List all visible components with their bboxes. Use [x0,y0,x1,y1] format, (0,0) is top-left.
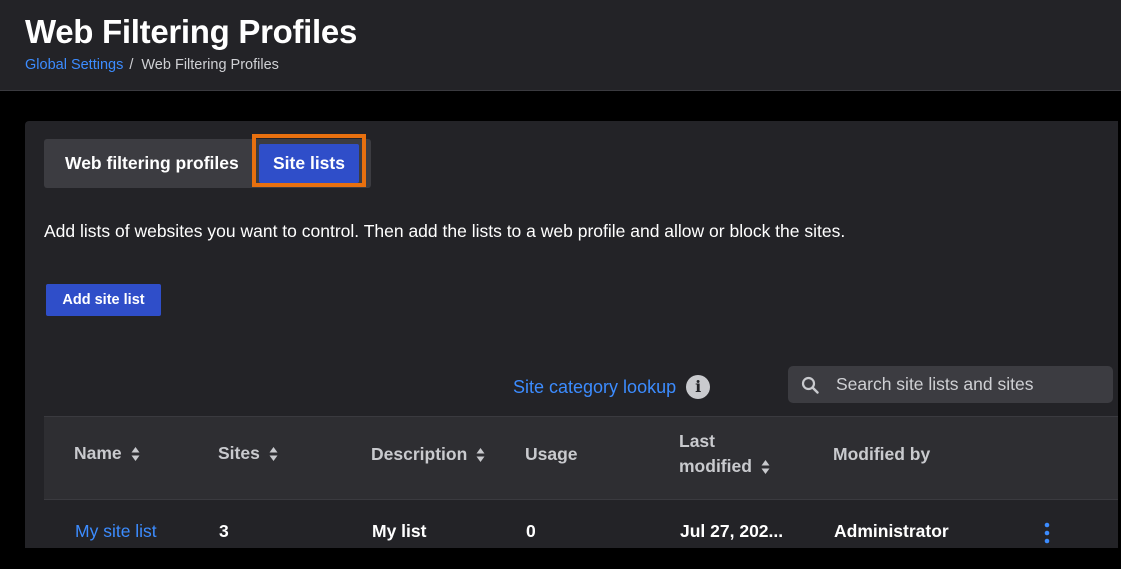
column-header-modified-by-label: Modified by [833,444,931,464]
table-header: Name Sites Description Usage Last modifi… [44,416,1121,500]
table-row: My site list 3 My list 0 Jul 27, 202... … [44,511,1121,551]
info-icon[interactable]: i [686,375,711,399]
site-category-lookup[interactable]: Site category lookup i [513,374,711,400]
breadcrumb-separator: / [129,57,134,73]
column-header-description[interactable]: Description [371,444,485,465]
window-bottom-edge [0,548,1121,569]
column-header-name[interactable]: Name [74,443,140,464]
row-usage: 0 [526,521,536,541]
column-header-modified-by: Modified by [833,444,930,465]
highlight-outline [252,134,366,187]
content-panel: Web filtering profiles Site lists Add li… [25,121,1121,569]
column-header-last-modified-line2-wrap: modified [679,454,770,479]
intro-text: Add lists of websites you want to contro… [44,221,846,241]
row-last-modified: Jul 27, 202... [680,521,784,541]
add-site-list-button[interactable]: Add site list [46,284,161,316]
row-modified-by: Administrator [834,521,949,541]
row-description: My list [372,521,427,541]
column-header-last-modified-line2: modified [679,456,752,476]
search-box[interactable] [788,366,1113,403]
column-header-usage: Usage [525,444,578,465]
breadcrumb: Global Settings / Web Filtering Profiles [25,57,279,73]
site-category-lookup-link[interactable]: Site category lookup [513,377,676,398]
column-header-sites[interactable]: Sites [218,443,278,464]
sort-icon [761,459,770,474]
page-title: Web Filtering Profiles [25,13,358,50]
column-header-last-modified[interactable]: Last modified [679,429,770,479]
column-header-usage-label: Usage [525,444,578,464]
row-sites: 3 [219,521,229,541]
column-header-description-label: Description [371,444,468,464]
breadcrumb-current: Web Filtering Profiles [141,57,279,73]
search-icon [801,376,819,394]
sort-icon [269,446,278,461]
more-actions-icon[interactable] [1039,521,1055,545]
breadcrumb-global-settings-link[interactable]: Global Settings [25,57,123,73]
column-header-name-label: Name [74,443,122,463]
page-header: Web Filtering Profiles Global Settings / W… [0,0,1121,91]
column-header-last-modified-line1: Last [679,431,715,451]
column-header-sites-label: Sites [218,443,260,463]
search-input[interactable] [836,366,1106,403]
tab-web-filtering-profiles[interactable]: Web filtering profiles [65,139,239,188]
sort-icon [476,447,485,462]
row-name-link[interactable]: My site list [75,521,157,542]
sort-icon [131,446,140,461]
